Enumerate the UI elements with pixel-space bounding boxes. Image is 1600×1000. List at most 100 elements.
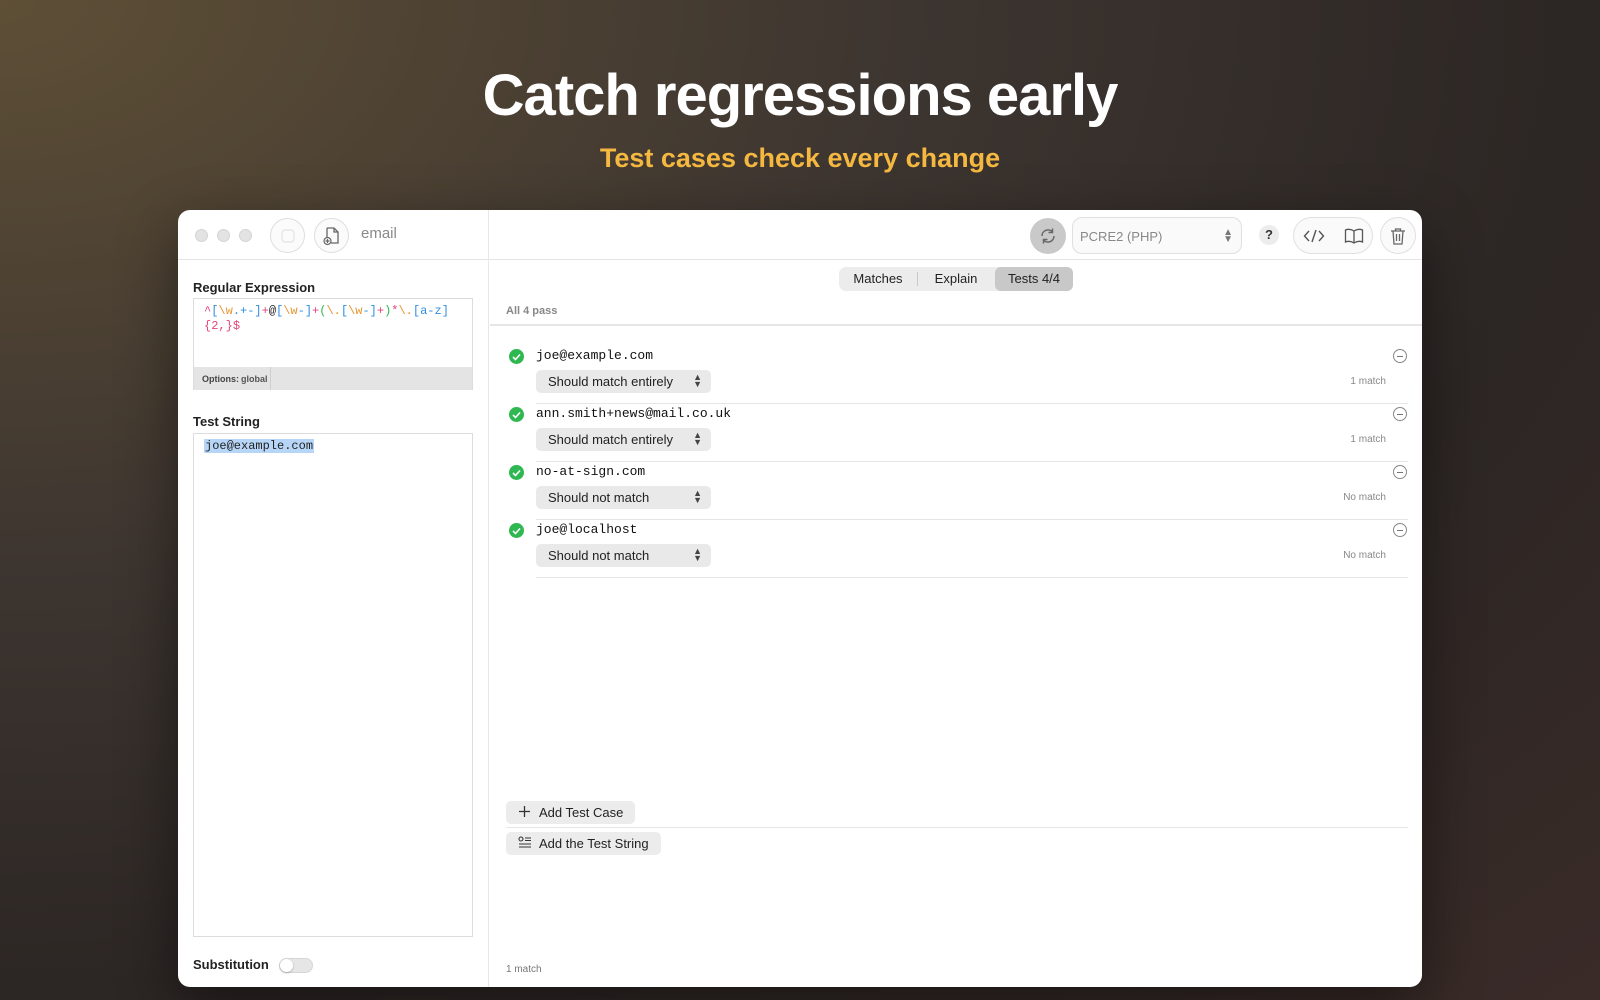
document-title[interactable]: email bbox=[361, 225, 397, 242]
regex-token: + bbox=[261, 304, 269, 318]
flavor-select[interactable]: PCRE2 (PHP) ▲ ▼ bbox=[1072, 217, 1242, 254]
regex-token: - bbox=[362, 304, 370, 318]
add-test-string-label: Add the Test String bbox=[539, 836, 649, 851]
code-icon bbox=[1303, 229, 1325, 242]
app-window: email PCRE2 (PHP) ▲ ▼ ? Regular Expressi… bbox=[178, 210, 1422, 987]
remove-test-case-button[interactable] bbox=[1393, 523, 1407, 537]
regex-pattern[interactable]: ^[\w.+-]+@[\w-]+(\.[\w-]+)*\.[a-z]{2,}$ bbox=[204, 304, 466, 333]
add-test-string-button[interactable]: Add the Test String bbox=[506, 832, 661, 855]
sidebar-toggle-button[interactable] bbox=[270, 218, 305, 253]
test-string-match-highlight: joe@example.com bbox=[204, 439, 315, 453]
code-generator-button[interactable] bbox=[1294, 218, 1334, 253]
regex-token: {2,} bbox=[204, 318, 233, 333]
toolbar: email PCRE2 (PHP) ▲ ▼ ? bbox=[178, 210, 1422, 260]
regex-token: \w bbox=[283, 304, 298, 318]
regex-token: \. bbox=[326, 304, 341, 318]
regex-token: - bbox=[297, 304, 305, 318]
book-icon bbox=[1344, 228, 1364, 244]
expectation-select[interactable]: Should not match ▲ ▼ bbox=[536, 544, 711, 567]
actions-divider bbox=[506, 827, 1408, 828]
help-button[interactable]: ? bbox=[1259, 225, 1279, 245]
add-test-case-button[interactable]: Add Test Case bbox=[506, 801, 636, 824]
sync-button[interactable] bbox=[1030, 218, 1066, 254]
test-string-heading: Test String bbox=[193, 414, 260, 429]
refresh-icon bbox=[1041, 228, 1055, 244]
test-case-row: ann.smith+news@mail.co.uk Should match e… bbox=[490, 404, 1422, 462]
summary-divider bbox=[490, 324, 1422, 326]
regex-options-bar[interactable]: Options: global bbox=[194, 367, 472, 390]
test-case-row: no-at-sign.com Should not match ▲ ▼ No ma… bbox=[490, 462, 1422, 520]
tab-explain[interactable]: Explain bbox=[917, 267, 995, 291]
tests-summary: All 4 pass bbox=[506, 305, 558, 317]
regex-token: ] bbox=[304, 304, 313, 318]
chevron-updown-icon: ▲ ▼ bbox=[693, 488, 702, 505]
expectation-value: Should not match bbox=[548, 548, 650, 563]
hero-subtitle: Test cases check every change bbox=[599, 143, 1001, 173]
window-close-button[interactable] bbox=[195, 229, 208, 242]
expectation-value: Should match entirely bbox=[548, 374, 674, 389]
regex-token: \w bbox=[218, 304, 233, 318]
new-document-button[interactable] bbox=[314, 218, 349, 253]
regex-token: ] bbox=[369, 304, 377, 318]
test-case-input[interactable]: ann.smith+news@mail.co.uk bbox=[536, 406, 731, 421]
regex-token: $ bbox=[232, 318, 241, 333]
new-document-icon bbox=[322, 226, 339, 245]
remove-test-case-button[interactable] bbox=[1393, 465, 1407, 479]
toggle-knob bbox=[280, 959, 293, 972]
hero-title: Catch regressions early bbox=[482, 63, 1119, 128]
results-pane: Matches Explain Tests 4/4 All 4 pass joe… bbox=[490, 260, 1422, 987]
chevron-updown-icon: ▲ ▼ bbox=[693, 546, 702, 563]
remove-test-case-button[interactable] bbox=[1393, 349, 1407, 363]
test-case-input[interactable]: joe@example.com bbox=[536, 348, 653, 363]
results-tabs: Matches Explain Tests 4/4 bbox=[839, 267, 1073, 291]
trash-icon bbox=[1391, 227, 1405, 245]
remove-test-case-button[interactable] bbox=[1393, 407, 1407, 421]
window-minimize-button[interactable] bbox=[217, 229, 230, 242]
delete-button[interactable] bbox=[1380, 217, 1416, 254]
row-divider bbox=[536, 577, 1408, 578]
options-label: Options: bbox=[202, 374, 239, 384]
regex-input[interactable]: ^[\w.+-]+@[\w-]+(\.[\w-]+)*\.[a-z]{2,}$ … bbox=[193, 298, 473, 390]
regex-token: [ bbox=[340, 304, 349, 318]
test-case-result: No match bbox=[1343, 550, 1386, 561]
chevron-updown-icon: ▲ ▼ bbox=[693, 430, 702, 447]
options-divider bbox=[270, 367, 271, 390]
regex-token: .+- bbox=[232, 304, 255, 318]
expectation-select[interactable]: Should match entirely ▲ ▼ bbox=[536, 428, 711, 451]
test-case-row: joe@localhost Should not match ▲ ▼ No mat… bbox=[490, 520, 1422, 578]
pass-check-icon bbox=[509, 465, 524, 480]
test-case-input[interactable]: no-at-sign.com bbox=[536, 464, 645, 479]
pass-check-icon bbox=[509, 407, 524, 422]
options-value[interactable]: global bbox=[241, 374, 268, 384]
expectation-value: Should match entirely bbox=[548, 432, 674, 447]
text-list-icon bbox=[518, 836, 531, 848]
test-case-row: joe@example.com Should match entirely ▲ ▼… bbox=[490, 346, 1422, 404]
test-case-result: 1 match bbox=[1350, 434, 1386, 445]
regex-heading: Regular Expression bbox=[193, 280, 316, 295]
reference-button[interactable] bbox=[1334, 218, 1374, 253]
expectation-select[interactable]: Should not match ▲ ▼ bbox=[536, 486, 711, 509]
window-zoom-button[interactable] bbox=[239, 229, 252, 242]
pass-check-icon bbox=[509, 349, 524, 364]
toolbar-segmented-group bbox=[1293, 217, 1373, 254]
footer-status: 1 match bbox=[506, 964, 542, 975]
tab-tests[interactable]: Tests 4/4 bbox=[995, 267, 1073, 291]
regex-token: @ bbox=[268, 304, 277, 318]
add-test-case-label: Add Test Case bbox=[539, 805, 624, 820]
expectation-select[interactable]: Should match entirely ▲ ▼ bbox=[536, 370, 711, 393]
regex-token: ] bbox=[254, 304, 262, 318]
tab-matches[interactable]: Matches bbox=[839, 267, 917, 291]
test-string-input[interactable]: joe@example.com bbox=[193, 433, 473, 937]
test-case-input[interactable]: joe@localhost bbox=[536, 522, 637, 537]
pass-check-icon bbox=[509, 523, 524, 538]
toolbar-left-section: email bbox=[178, 210, 489, 260]
plus-icon bbox=[519, 806, 530, 817]
test-case-result: No match bbox=[1343, 492, 1386, 503]
test-case-result: 1 match bbox=[1350, 376, 1386, 387]
regex-token: + bbox=[376, 304, 385, 318]
substitution-label: Substitution bbox=[193, 957, 269, 972]
substitution-toggle[interactable] bbox=[279, 958, 313, 973]
regex-token: [a-z] bbox=[412, 304, 449, 318]
flavor-select-value: PCRE2 (PHP) bbox=[1080, 229, 1163, 244]
regex-token: \w bbox=[348, 304, 363, 318]
